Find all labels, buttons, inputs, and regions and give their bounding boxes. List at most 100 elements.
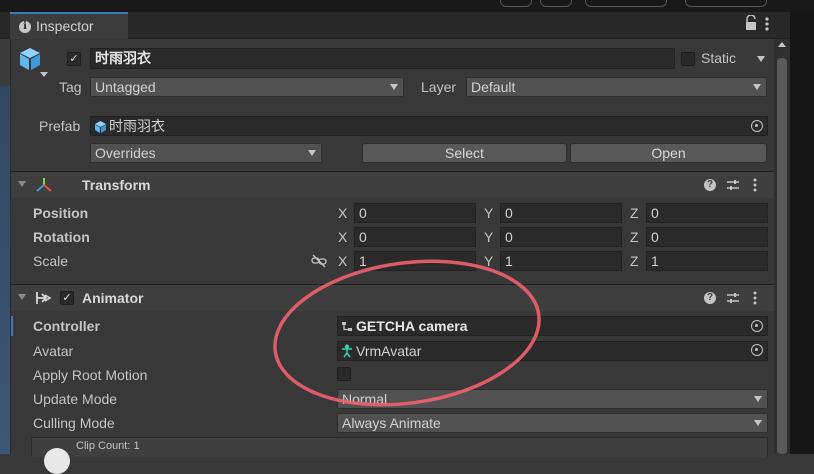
component-menu-icon[interactable]	[750, 178, 760, 192]
scrollbar-thumb[interactable]	[777, 58, 787, 454]
layer-dropdown[interactable]: Default	[466, 77, 767, 97]
info-icon: i	[19, 21, 31, 33]
transform-title: Transform	[82, 177, 151, 193]
chevron-down-icon	[754, 396, 762, 402]
scale-x-field[interactable]: 1	[354, 251, 476, 271]
help-icon[interactable]: ?	[704, 292, 716, 304]
animator-icon	[35, 290, 53, 306]
toolbar-button-fragment[interactable]	[540, 0, 572, 7]
object-picker-icon[interactable]	[751, 344, 763, 356]
animator-title: Animator	[82, 290, 144, 306]
rotation-y-field[interactable]: 0	[500, 227, 622, 247]
object-picker-icon[interactable]	[751, 120, 763, 132]
static-checkbox[interactable]	[681, 52, 695, 66]
top-strip	[0, 0, 814, 12]
culling-mode-dropdown[interactable]: Always Animate	[337, 413, 768, 433]
presets-icon[interactable]	[726, 291, 740, 305]
info-icon	[44, 448, 70, 474]
toolbar-button-fragment[interactable]	[500, 0, 532, 7]
modified-indicator	[11, 316, 13, 336]
static-dropdown-icon[interactable]	[757, 56, 765, 62]
controller-value: GETCHA camera	[356, 318, 468, 334]
update-mode-dropdown[interactable]: Normal	[337, 389, 768, 409]
axis-y-label[interactable]: Y	[484, 229, 493, 245]
update-mode-label: Update Mode	[33, 391, 118, 407]
avatar-label: Avatar	[33, 343, 74, 359]
animator-header[interactable]: ✓ Animator ?	[11, 284, 774, 311]
static-label: Static	[701, 50, 737, 66]
scale-label: Scale	[33, 253, 69, 269]
kebab-menu-icon[interactable]	[760, 15, 774, 35]
foldout-arrow-icon[interactable]	[18, 181, 26, 187]
axis-y-label[interactable]: Y	[484, 205, 493, 221]
axis-x-label[interactable]: X	[338, 253, 347, 269]
overrides-dropdown[interactable]: Overrides	[90, 143, 322, 163]
controller-field[interactable]: GETCHA camera	[337, 316, 768, 336]
gameobject-active-checkbox[interactable]: ✓	[67, 52, 81, 66]
lock-icon-bg	[744, 14, 758, 31]
tag-dropdown[interactable]: Untagged	[90, 77, 404, 97]
prefab-open-button[interactable]: Open	[570, 143, 767, 163]
gameobject-cube-icon[interactable]	[18, 46, 44, 74]
chevron-down-icon	[754, 420, 762, 426]
icon-dropdown-icon[interactable]	[40, 72, 48, 77]
tab-inspector-label: Inspector	[36, 18, 94, 34]
scale-z-field[interactable]: 1	[646, 251, 768, 271]
axis-z-label[interactable]: Z	[630, 205, 639, 221]
rotation-z-field[interactable]: 0	[646, 227, 768, 247]
tag-value: Untagged	[95, 79, 156, 95]
axis-x-label[interactable]: X	[338, 229, 347, 245]
constrain-proportions-icon[interactable]	[311, 254, 327, 268]
animator-enabled-checkbox[interactable]: ✓	[60, 291, 74, 305]
avatar-icon	[341, 344, 353, 358]
tag-label: Tag	[59, 79, 82, 95]
help-icon[interactable]: ?	[704, 179, 716, 191]
controller-label: Controller	[33, 318, 100, 334]
chevron-down-icon	[390, 84, 398, 90]
axis-z-label[interactable]: Z	[630, 253, 639, 269]
avatar-field[interactable]: VrmAvatar	[337, 341, 768, 361]
transform-icon	[35, 176, 53, 194]
presets-icon[interactable]	[726, 178, 740, 192]
scene-view-edge	[0, 86, 10, 454]
prefab-select-button[interactable]: Select	[362, 143, 567, 163]
position-z-field[interactable]: 0	[646, 203, 768, 223]
foldout-arrow-icon[interactable]	[18, 294, 26, 300]
axis-x-label[interactable]: X	[338, 205, 347, 221]
layer-label: Layer	[421, 79, 457, 95]
chevron-down-icon	[308, 150, 316, 156]
toolbar-button-fragment[interactable]	[585, 0, 667, 7]
chevron-down-icon	[753, 84, 761, 90]
apply-root-motion-label: Apply Root Motion	[33, 367, 148, 383]
component-menu-icon[interactable]	[750, 291, 760, 305]
position-label: Position	[33, 205, 89, 221]
toolbar-button-fragment[interactable]	[685, 0, 767, 7]
clip-count-text: Clip Count: 1	[76, 440, 140, 452]
object-picker-icon[interactable]	[751, 320, 763, 332]
lock-icon-glyph	[746, 14, 756, 30]
layer-value: Default	[471, 79, 516, 95]
rotation-label: Rotation	[33, 229, 90, 245]
culling-mode-value: Always Animate	[342, 415, 441, 431]
overrides-value: Overrides	[95, 145, 156, 161]
apply-root-motion-checkbox[interactable]	[337, 367, 351, 381]
position-x-field[interactable]: 0	[354, 203, 476, 223]
tab-inspector[interactable]: i Inspector	[10, 12, 128, 39]
prefab-field[interactable]: 时雨羽衣	[90, 116, 768, 136]
prefab-icon	[95, 120, 106, 133]
axis-y-label[interactable]: Y	[484, 253, 493, 269]
scale-y-field[interactable]: 1	[500, 251, 622, 271]
update-mode-value: Normal	[342, 391, 388, 407]
culling-mode-label: Culling Mode	[33, 415, 115, 431]
gameobject-name-field[interactable]: 时雨羽衣	[90, 48, 675, 69]
clip-info-box: Clip Count: 1	[31, 437, 768, 474]
rotation-x-field[interactable]: 0	[354, 227, 476, 247]
avatar-value: VrmAvatar	[356, 343, 422, 359]
scroll-up-icon[interactable]	[778, 42, 786, 47]
transform-header[interactable]: Transform ?	[11, 171, 774, 198]
position-y-field[interactable]: 0	[500, 203, 622, 223]
axis-z-label[interactable]: Z	[630, 229, 639, 245]
prefab-label: Prefab	[39, 118, 81, 134]
animator-controller-icon	[341, 320, 353, 332]
right-edge	[790, 12, 814, 454]
